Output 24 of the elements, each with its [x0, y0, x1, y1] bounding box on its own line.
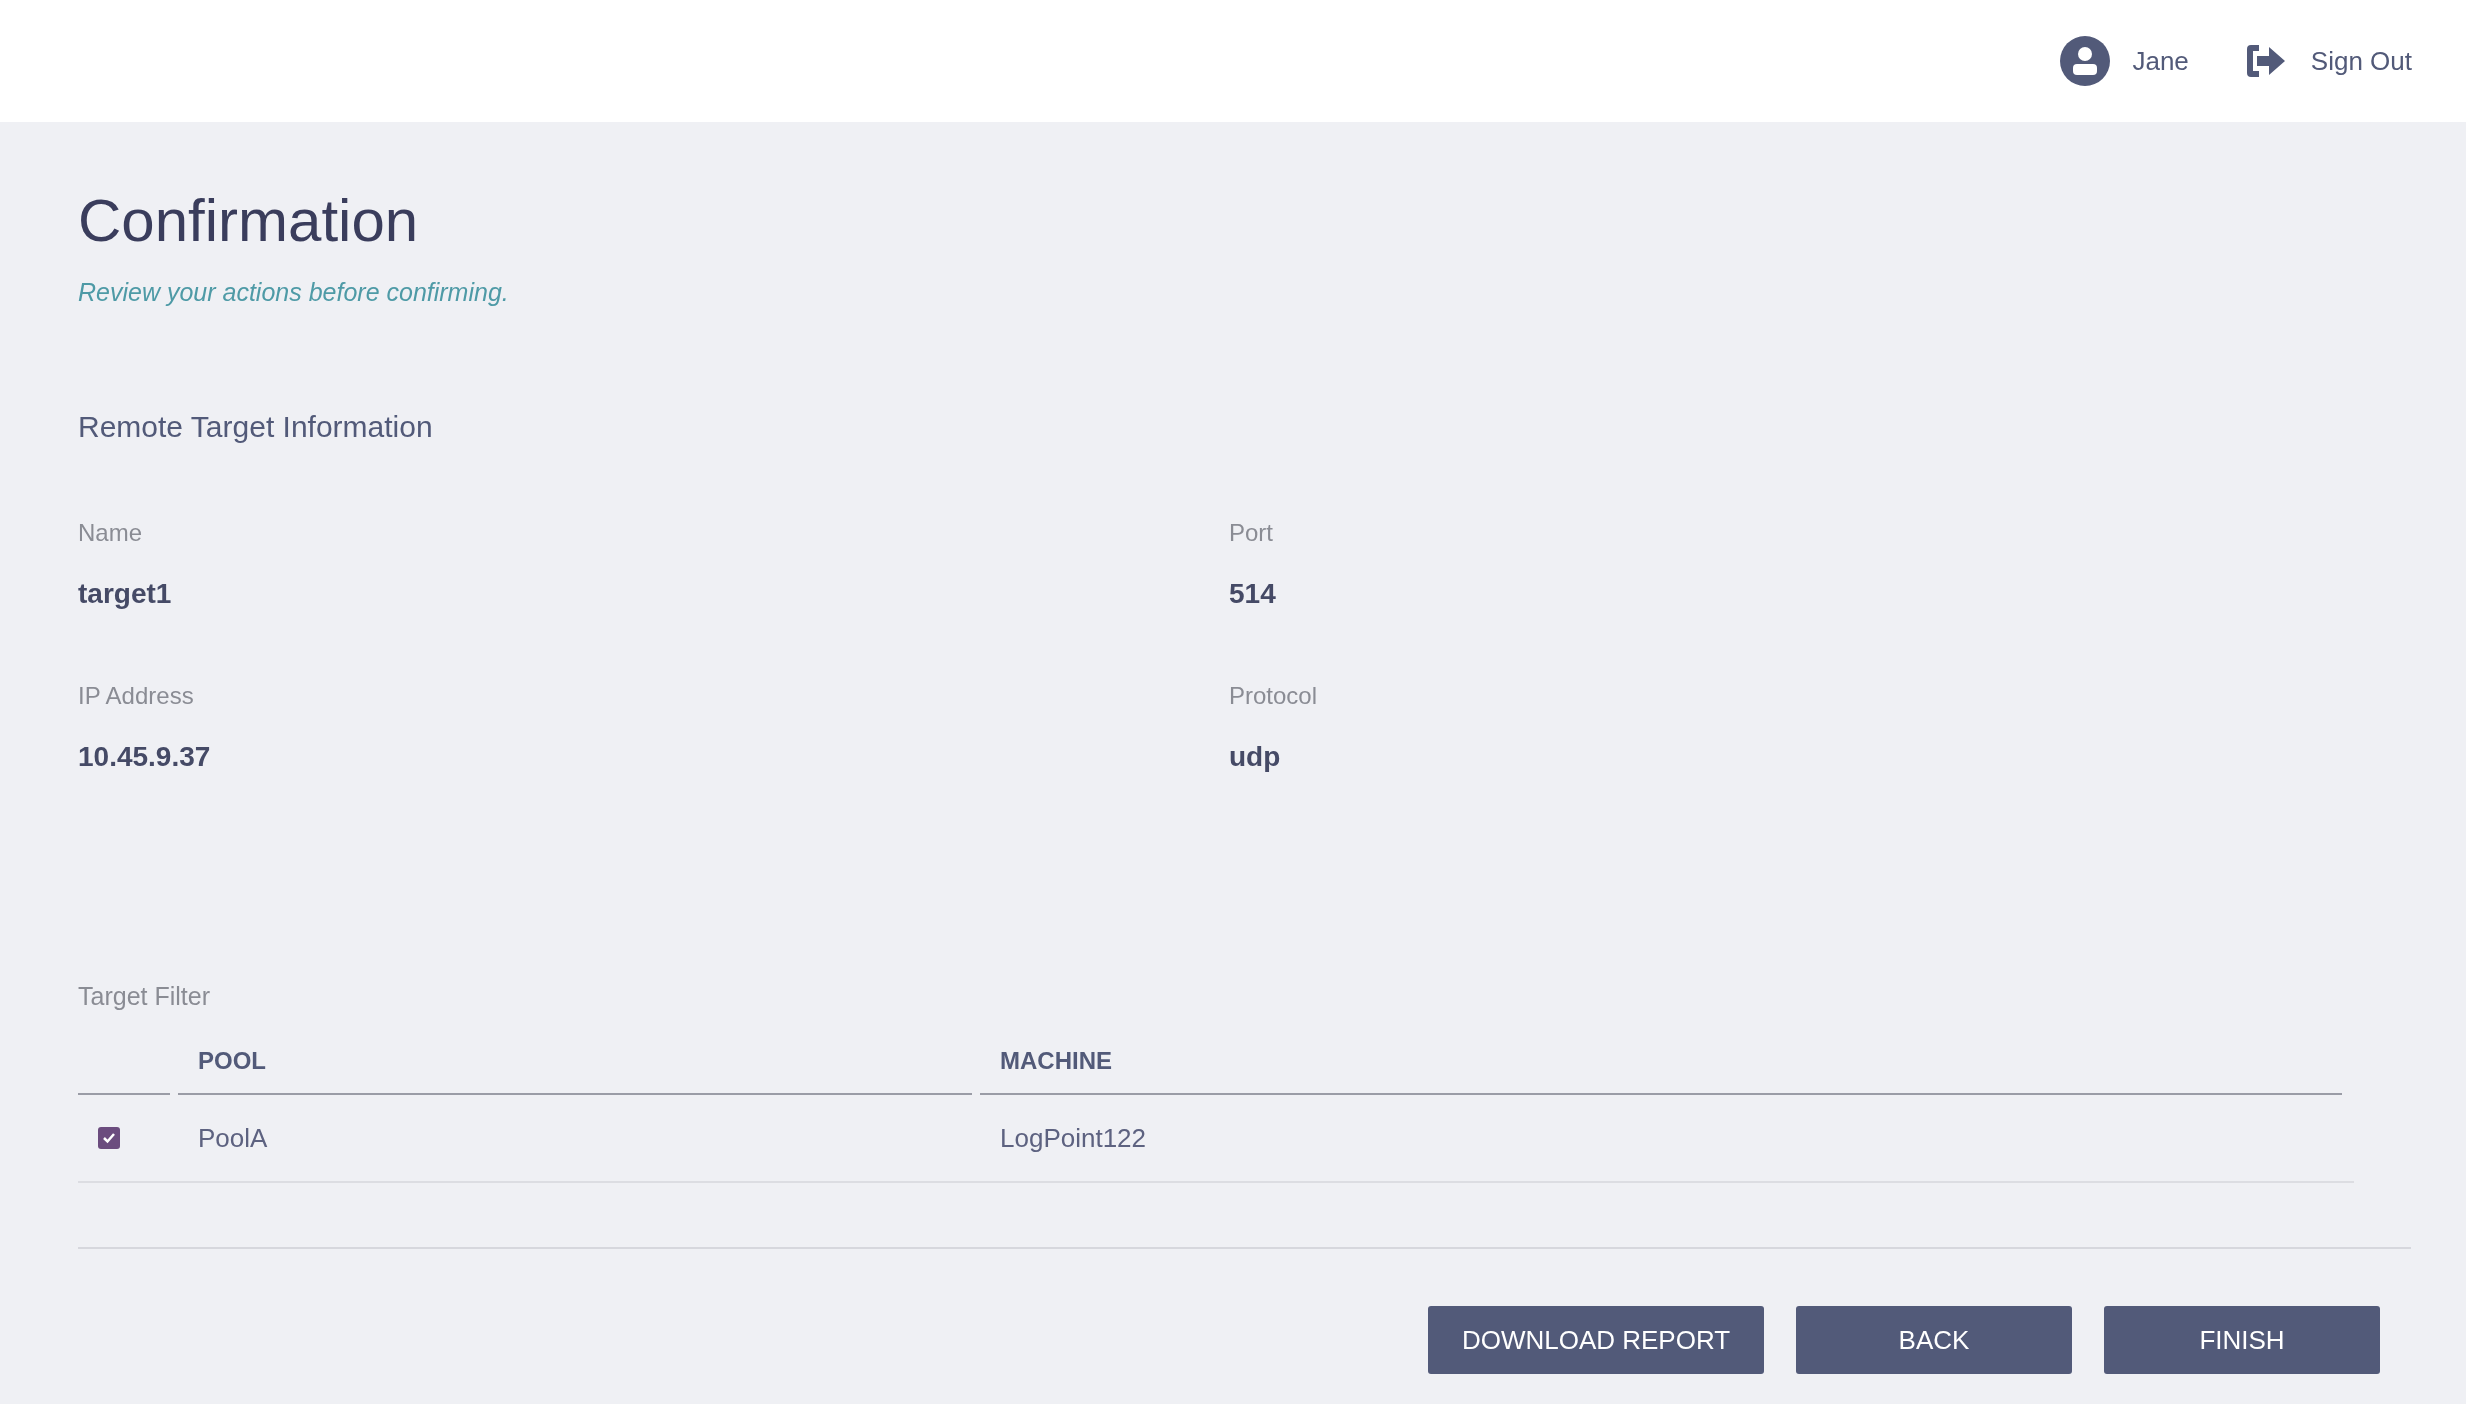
action-button[interactable]: BACK — [1796, 1306, 2072, 1374]
section-heading: Remote Target Information — [78, 408, 434, 445]
sign-out-button[interactable]: Sign Out — [2244, 41, 2412, 81]
column-header[interactable]: MACHINE — [980, 1043, 2342, 1095]
field-label: Protocol — [1229, 680, 1319, 711]
page-subtitle: Review your actions before confirming. — [78, 277, 510, 308]
action-button[interactable]: FINISH — [2104, 1306, 2380, 1374]
checkbox[interactable] — [98, 1127, 120, 1149]
user-avatar-icon[interactable] — [2060, 36, 2111, 86]
column-header[interactable]: POOL — [178, 1043, 972, 1095]
user-name[interactable]: Jane — [2132, 41, 2189, 81]
field-label: Port — [1229, 517, 1274, 548]
page-title: Confirmation — [78, 186, 420, 256]
field-value: target1 — [78, 576, 173, 611]
field-label: IP Address — [78, 680, 195, 711]
field-value: 10.45.9.37 — [78, 739, 212, 774]
field-label: Name — [78, 517, 144, 548]
table-cell-text: LogPoint122 — [999, 1121, 1148, 1155]
field-value: udp — [1229, 739, 1282, 774]
section-label: Target Filter — [78, 980, 211, 1012]
field-value: 514 — [1229, 576, 1277, 611]
action-button[interactable]: DOWNLOAD REPORT — [1428, 1306, 1764, 1374]
check-icon — [102, 1132, 116, 1144]
table-cell-text: PoolA — [197, 1121, 269, 1155]
